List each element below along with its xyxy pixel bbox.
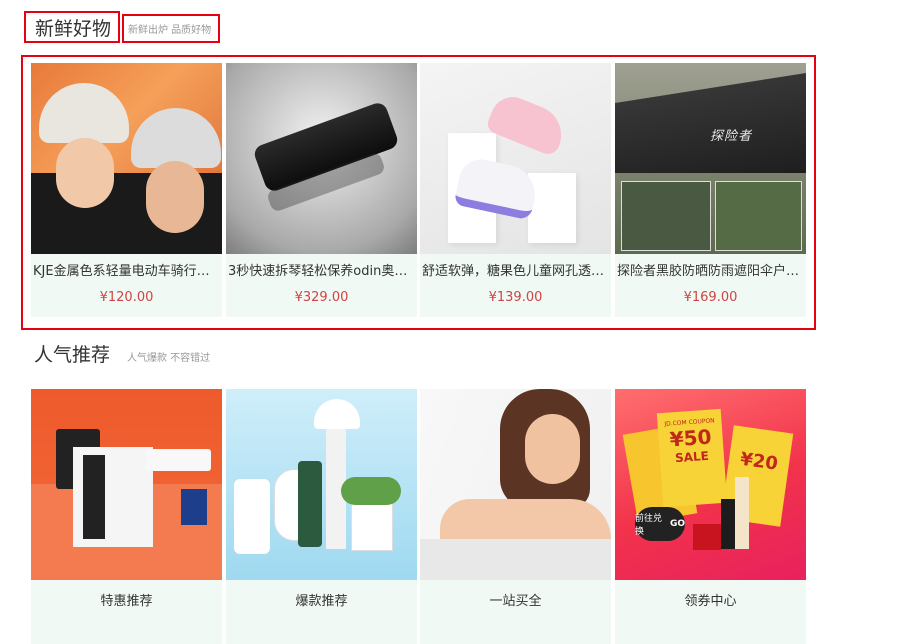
helmet-couple-photo[interactable] bbox=[31, 63, 222, 254]
section-title-new: 新鲜好物 bbox=[24, 11, 120, 43]
popular-card[interactable]: 特惠推荐 bbox=[31, 389, 222, 644]
popular-card[interactable]: 一站买全 bbox=[420, 389, 611, 644]
section-subtitle-popular: 人气爆款 不容错过 bbox=[127, 353, 211, 364]
product-card[interactable]: 舒适软弹，糖果色儿童网孔透气运动鞋 ¥139.00 bbox=[420, 63, 611, 317]
coupon-cosmetics-photo[interactable]: JD.COM COUPON ¥50 SALE ¥20 前往兑换 GO bbox=[615, 389, 806, 580]
kids-sneakers-photo[interactable] bbox=[420, 63, 611, 254]
coupon-sale: SALE bbox=[674, 448, 710, 466]
product-price: ¥139.00 bbox=[488, 290, 543, 305]
popular-label[interactable]: 一站买全 bbox=[420, 590, 611, 609]
product-price: ¥329.00 bbox=[294, 290, 349, 305]
electronics-photo[interactable] bbox=[31, 389, 222, 580]
section-subtitle-new: 新鲜出炉 品质好物 bbox=[122, 14, 220, 43]
popular-label[interactable]: 领券中心 bbox=[615, 590, 806, 609]
product-name[interactable]: 舒适软弹，糖果色儿童网孔透气运动鞋 bbox=[420, 262, 611, 282]
popular-card[interactable]: 爆款推荐 bbox=[226, 389, 417, 644]
coupon-big-2: ¥20 bbox=[738, 448, 780, 475]
product-name[interactable]: KJE金属色系轻量电动车骑行头盔 bbox=[31, 262, 222, 282]
product-card[interactable]: 探险者 探险者黑胶防晒防雨遮阳伞户外便携 ¥169.00 bbox=[615, 63, 806, 317]
woman-shopping-photo[interactable] bbox=[420, 389, 611, 580]
section-title-popular: 人气推荐 bbox=[34, 344, 111, 366]
coupon-go[interactable]: GO bbox=[670, 519, 685, 529]
product-price: ¥169.00 bbox=[683, 290, 738, 305]
product-name[interactable]: 3秒快速拆琴轻松保养odin奥丁口琴 bbox=[226, 262, 417, 282]
popular-card[interactable]: JD.COM COUPON ¥50 SALE ¥20 前往兑换 GO 领券中心 bbox=[615, 389, 806, 644]
umbrella-photo[interactable]: 探险者 bbox=[615, 63, 806, 254]
kitchen-appliances-photo[interactable] bbox=[226, 389, 417, 580]
popular-label[interactable]: 特惠推荐 bbox=[31, 590, 222, 609]
harmonica-photo[interactable] bbox=[226, 63, 417, 254]
product-name[interactable]: 探险者黑胶防晒防雨遮阳伞户外便携 bbox=[615, 262, 806, 282]
product-card[interactable]: KJE金属色系轻量电动车骑行头盔 ¥120.00 bbox=[31, 63, 222, 317]
popular-label[interactable]: 爆款推荐 bbox=[226, 590, 417, 609]
product-price: ¥120.00 bbox=[99, 290, 154, 305]
coupon-cta[interactable]: 前往兑换 bbox=[635, 511, 668, 537]
product-card[interactable]: 3秒快速拆琴轻松保养odin奥丁口琴 ¥329.00 bbox=[226, 63, 417, 317]
